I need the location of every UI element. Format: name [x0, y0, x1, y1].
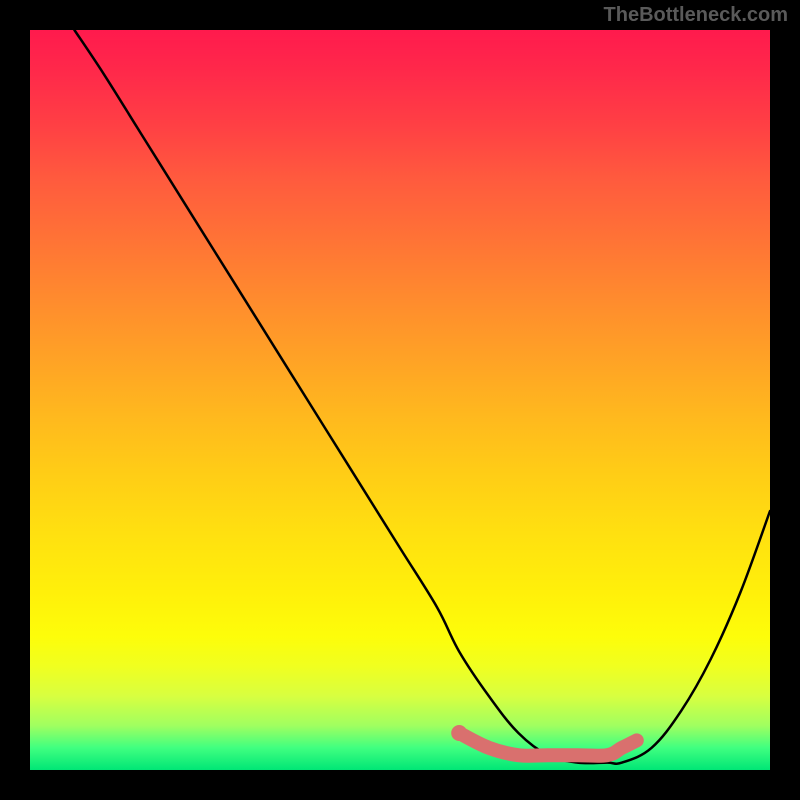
plot-area	[30, 30, 770, 770]
chart-container: TheBottleneck.com	[0, 0, 800, 800]
highlight-start-dot	[451, 725, 467, 741]
highlight-segment	[459, 733, 637, 756]
curve-svg	[30, 30, 770, 770]
bottleneck-curve	[74, 30, 770, 764]
watermark-text: TheBottleneck.com	[604, 4, 788, 27]
